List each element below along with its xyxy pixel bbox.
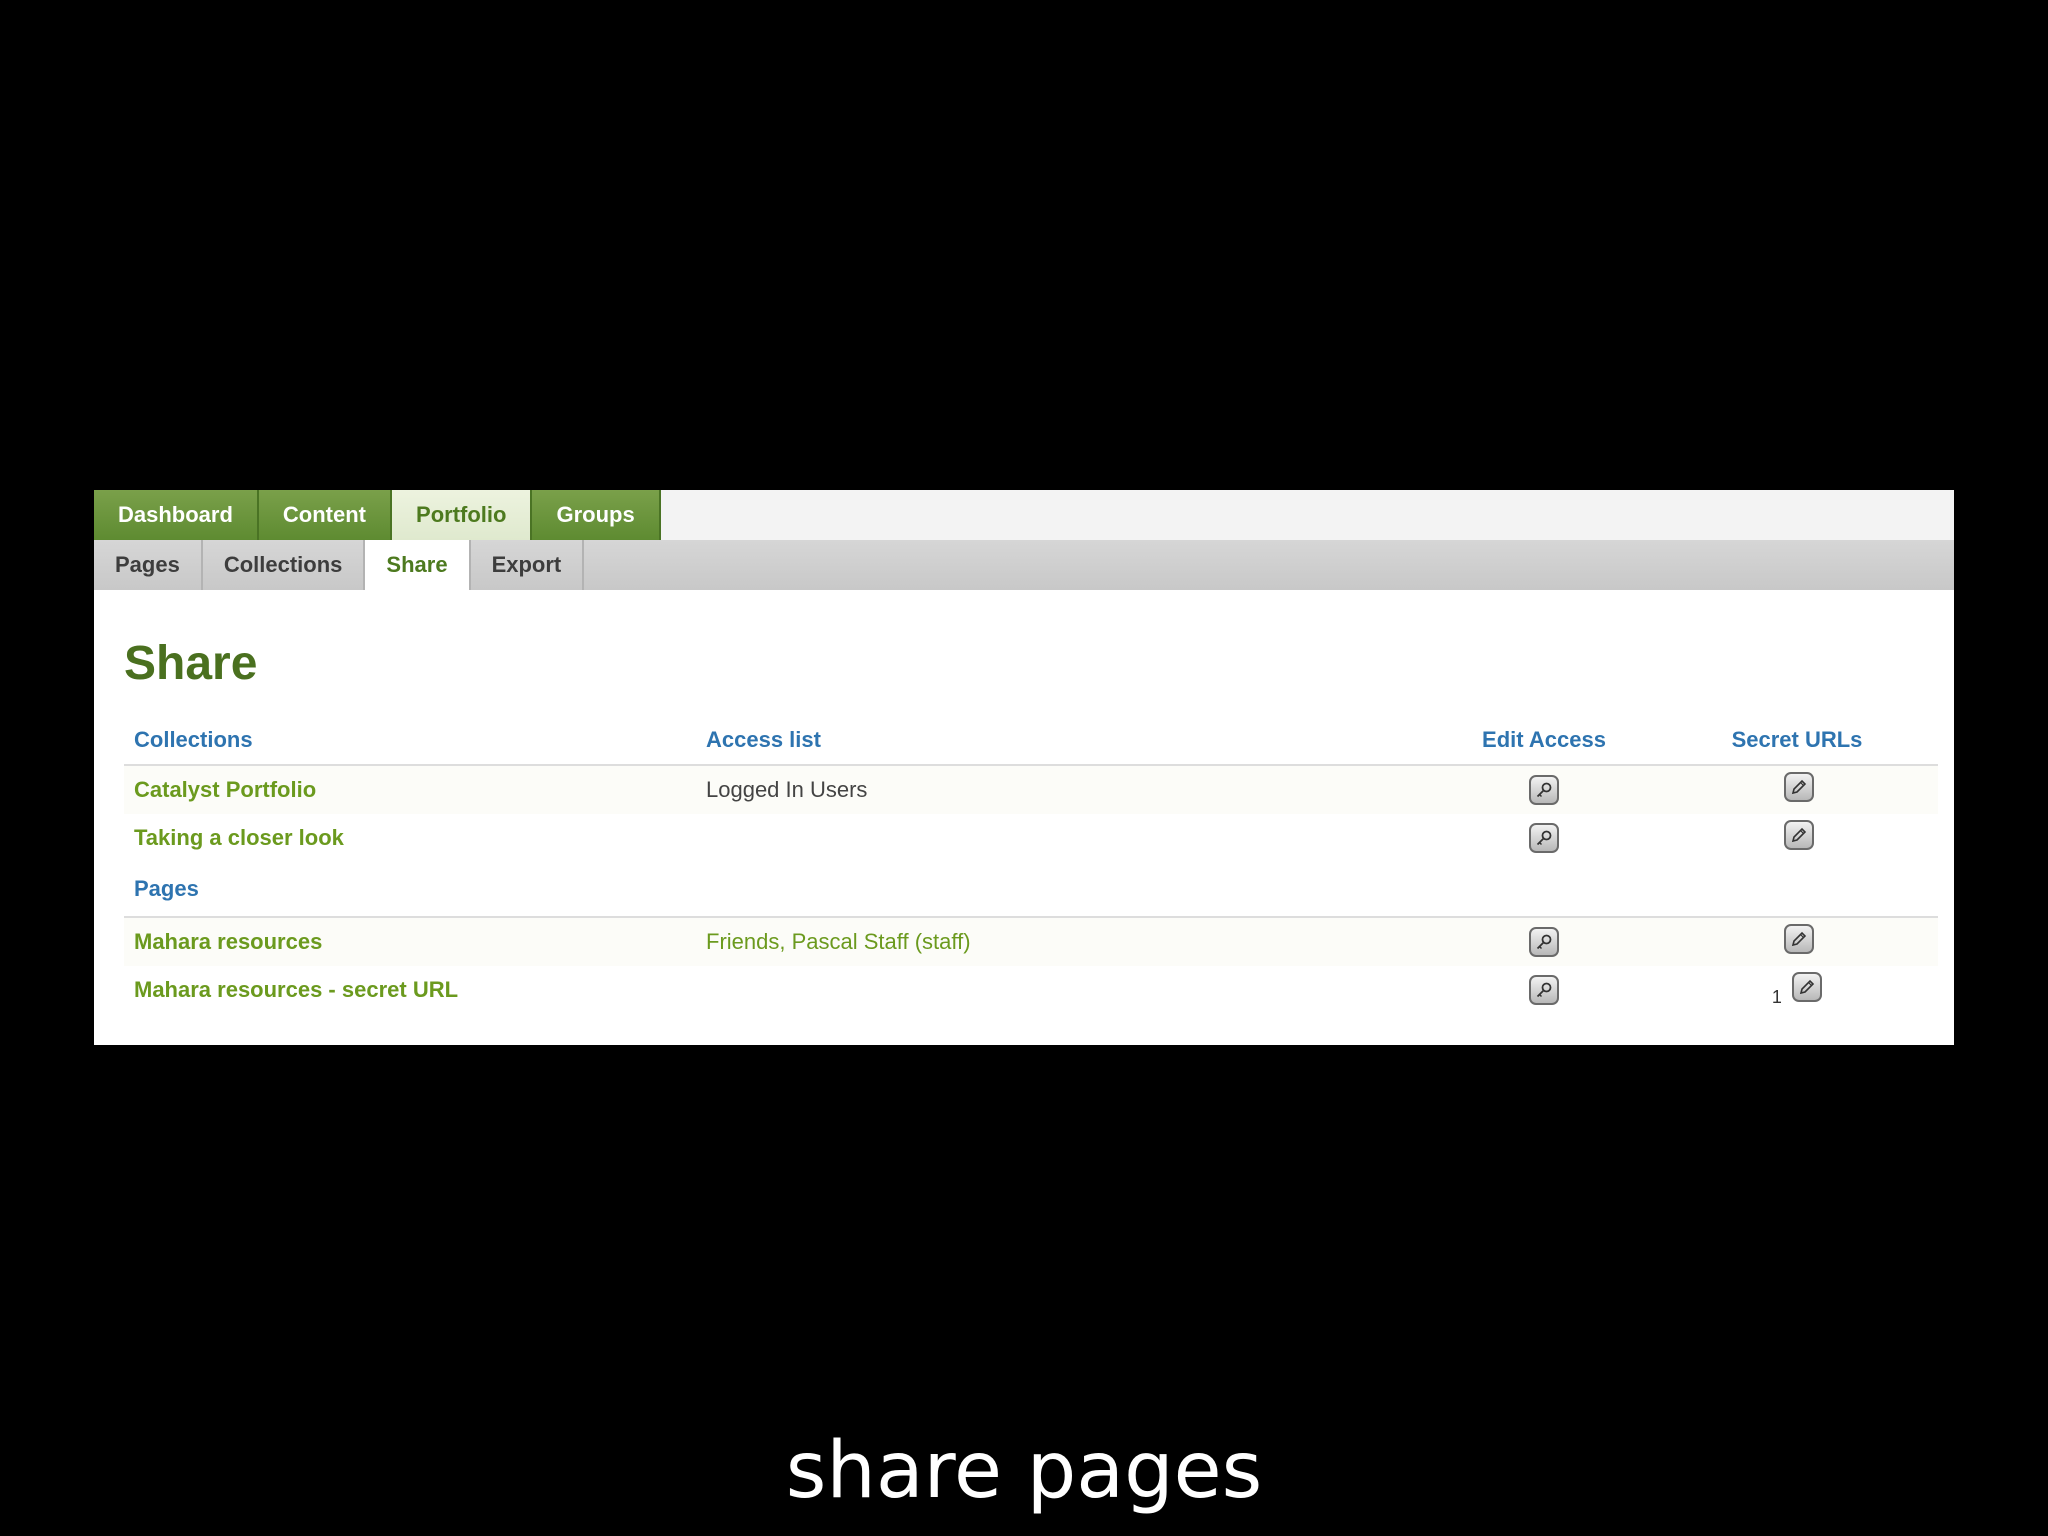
edit-access-column-header: Edit Access xyxy=(1432,716,1656,766)
page-title: Share xyxy=(124,637,258,690)
table-row: Taking a closer look xyxy=(124,814,1938,862)
key-icon[interactable] xyxy=(1529,927,1559,957)
access-list-link[interactable]: Friends, Pascal Staff (staff) xyxy=(706,929,971,954)
table-row: Mahara resources - secret URL 1 xyxy=(124,966,1938,1014)
pencil-icon[interactable] xyxy=(1784,820,1814,851)
pages-section-header: Pages xyxy=(124,862,1938,918)
collection-link[interactable]: Taking a closer look xyxy=(134,825,344,850)
share-table: Collections Access list Edit Access Secr… xyxy=(124,716,1938,1014)
sub-tab-export[interactable]: Export xyxy=(471,540,585,590)
secret-urls-column-header: Secret URLs xyxy=(1656,716,1938,766)
mahara-window: Dashboard Content Portfolio Groups Pages… xyxy=(94,490,1954,1045)
main-tab-content[interactable]: Content xyxy=(258,490,393,540)
slide-caption: share pages xyxy=(785,1426,1263,1516)
pages-header-row: Pages xyxy=(124,862,1938,918)
collections-header-row: Collections Access list Edit Access Secr… xyxy=(124,716,1938,766)
page-link[interactable]: Mahara resources xyxy=(134,929,322,954)
collection-link[interactable]: Catalyst Portfolio xyxy=(134,777,316,802)
access-list-text: Logged In Users xyxy=(706,777,868,802)
sub-tab-collections[interactable]: Collections xyxy=(203,540,366,590)
collections-column-header: Collections xyxy=(124,716,696,766)
pencil-icon[interactable] xyxy=(1792,972,1823,1003)
key-icon[interactable] xyxy=(1529,775,1559,805)
key-icon[interactable] xyxy=(1529,823,1559,853)
pencil-icon[interactable] xyxy=(1784,772,1814,803)
page-link[interactable]: Mahara resources - secret URL xyxy=(134,977,458,1002)
secret-url-count: 1 xyxy=(1771,986,1782,1007)
sub-tab-share[interactable]: Share xyxy=(365,540,471,590)
table-row: Catalyst Portfolio Logged In Users xyxy=(124,765,1938,814)
sub-tab-pages[interactable]: Pages xyxy=(94,540,203,590)
access-list-column-header: Access list xyxy=(696,716,1432,766)
main-tab-portfolio[interactable]: Portfolio xyxy=(392,490,533,540)
main-navigation: Dashboard Content Portfolio Groups xyxy=(94,490,1954,540)
main-tab-groups[interactable]: Groups xyxy=(532,490,661,540)
pencil-icon[interactable] xyxy=(1784,924,1814,955)
sub-navigation: Pages Collections Share Export xyxy=(94,540,1954,590)
main-tab-dashboard[interactable]: Dashboard xyxy=(94,490,259,540)
table-row: Mahara resources Friends, Pascal Staff (… xyxy=(124,917,1938,966)
key-icon[interactable] xyxy=(1529,975,1559,1005)
